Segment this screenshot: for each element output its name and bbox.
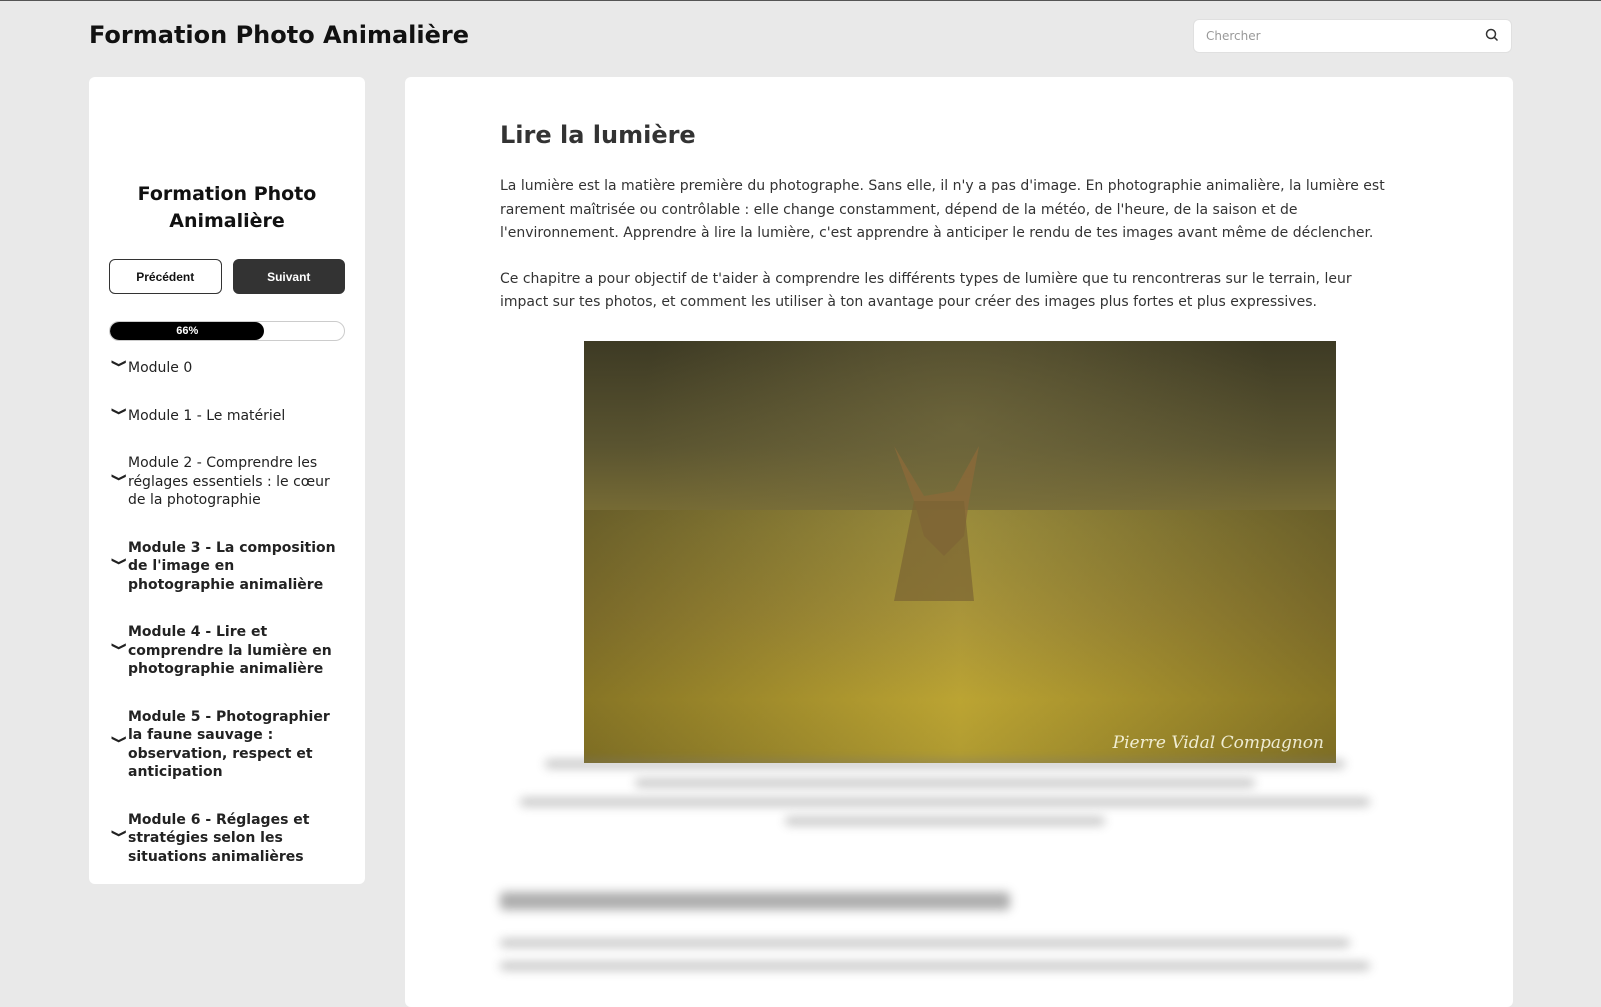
chevron-down-icon: ❯ bbox=[111, 556, 128, 566]
search-icon[interactable] bbox=[1485, 27, 1499, 46]
module-label: Module 1 - Le matériel bbox=[128, 407, 286, 424]
module-item[interactable]: ❯ Module 2 - Comprendre les réglages esse… bbox=[109, 454, 345, 510]
module-item[interactable]: ❯ Module 1 - Le matériel bbox=[109, 406, 345, 426]
module-item[interactable]: ❯ Module 3 - La composition de l'image en… bbox=[109, 539, 345, 595]
chevron-down-icon: ❯ bbox=[111, 828, 128, 838]
module-label: Module 4 - Lire et comprendre la lumière… bbox=[128, 624, 332, 677]
lesson-content: Lire la lumière La lumière est la matièr… bbox=[405, 77, 1513, 1007]
search-input[interactable] bbox=[1206, 29, 1485, 43]
module-label: Module 5 - Photographier la faune sauvag… bbox=[128, 708, 330, 781]
course-title: Formation Photo Animalière bbox=[137, 183, 317, 232]
lesson-paragraph: La lumière est la matière première du ph… bbox=[500, 178, 1385, 241]
blurred-paragraph bbox=[500, 962, 1370, 970]
fox-photo: Pierre Vidal Compagnon bbox=[584, 341, 1336, 763]
site-title[interactable]: Formation Photo Animalière bbox=[89, 21, 469, 49]
photo-signature: Pierre Vidal Compagnon bbox=[1112, 733, 1324, 753]
module-item[interactable]: ❯ Module 0 bbox=[109, 359, 345, 378]
chevron-down-icon: ❯ bbox=[111, 406, 128, 416]
module-label: Module 0 bbox=[128, 360, 193, 376]
lesson-title: Lire la lumière bbox=[500, 121, 696, 149]
lesson-paragraph: Ce chapitre a pour objectif de t'aider à… bbox=[500, 270, 1352, 311]
progress-fill: 66% bbox=[110, 322, 265, 340]
previous-button[interactable]: Précédent bbox=[109, 259, 222, 294]
blurred-caption bbox=[520, 798, 1370, 806]
module-item[interactable]: ❯ Module 4 - Lire et comprendre la lumièr… bbox=[109, 623, 345, 679]
module-list: ❯ Module 0 ❯ Module 1 - Le matériel ❯ Modul… bbox=[109, 359, 345, 866]
blurred-heading bbox=[500, 892, 1010, 910]
chevron-down-icon: ❯ bbox=[111, 641, 128, 651]
blurred-caption bbox=[545, 760, 1345, 768]
module-label: Module 2 - Comprendre les réglages essen… bbox=[128, 455, 330, 508]
blurred-paragraph bbox=[500, 939, 1350, 947]
blurred-caption bbox=[635, 779, 1255, 787]
module-label: Module 3 - La composition de l'image en … bbox=[128, 539, 336, 593]
module-item[interactable]: ❯ Module 5 - Photographier la faune sauva… bbox=[109, 708, 345, 782]
next-button[interactable]: Suivant bbox=[232, 259, 345, 294]
chevron-down-icon: ❯ bbox=[111, 358, 128, 368]
course-sidebar: Formation Photo Animalière Précédent Sui… bbox=[89, 77, 365, 884]
chevron-down-icon: ❯ bbox=[111, 472, 128, 482]
module-item[interactable]: ❯ Module 6 - Réglages et stratégies selon… bbox=[109, 811, 345, 867]
fox-illustration bbox=[894, 446, 979, 601]
progress-bar: 66% bbox=[109, 321, 345, 341]
search-box[interactable] bbox=[1193, 19, 1512, 53]
blurred-caption bbox=[785, 817, 1105, 825]
module-label: Module 6 - Réglages et stratégies selon … bbox=[128, 811, 310, 865]
chevron-down-icon: ❯ bbox=[111, 735, 128, 745]
